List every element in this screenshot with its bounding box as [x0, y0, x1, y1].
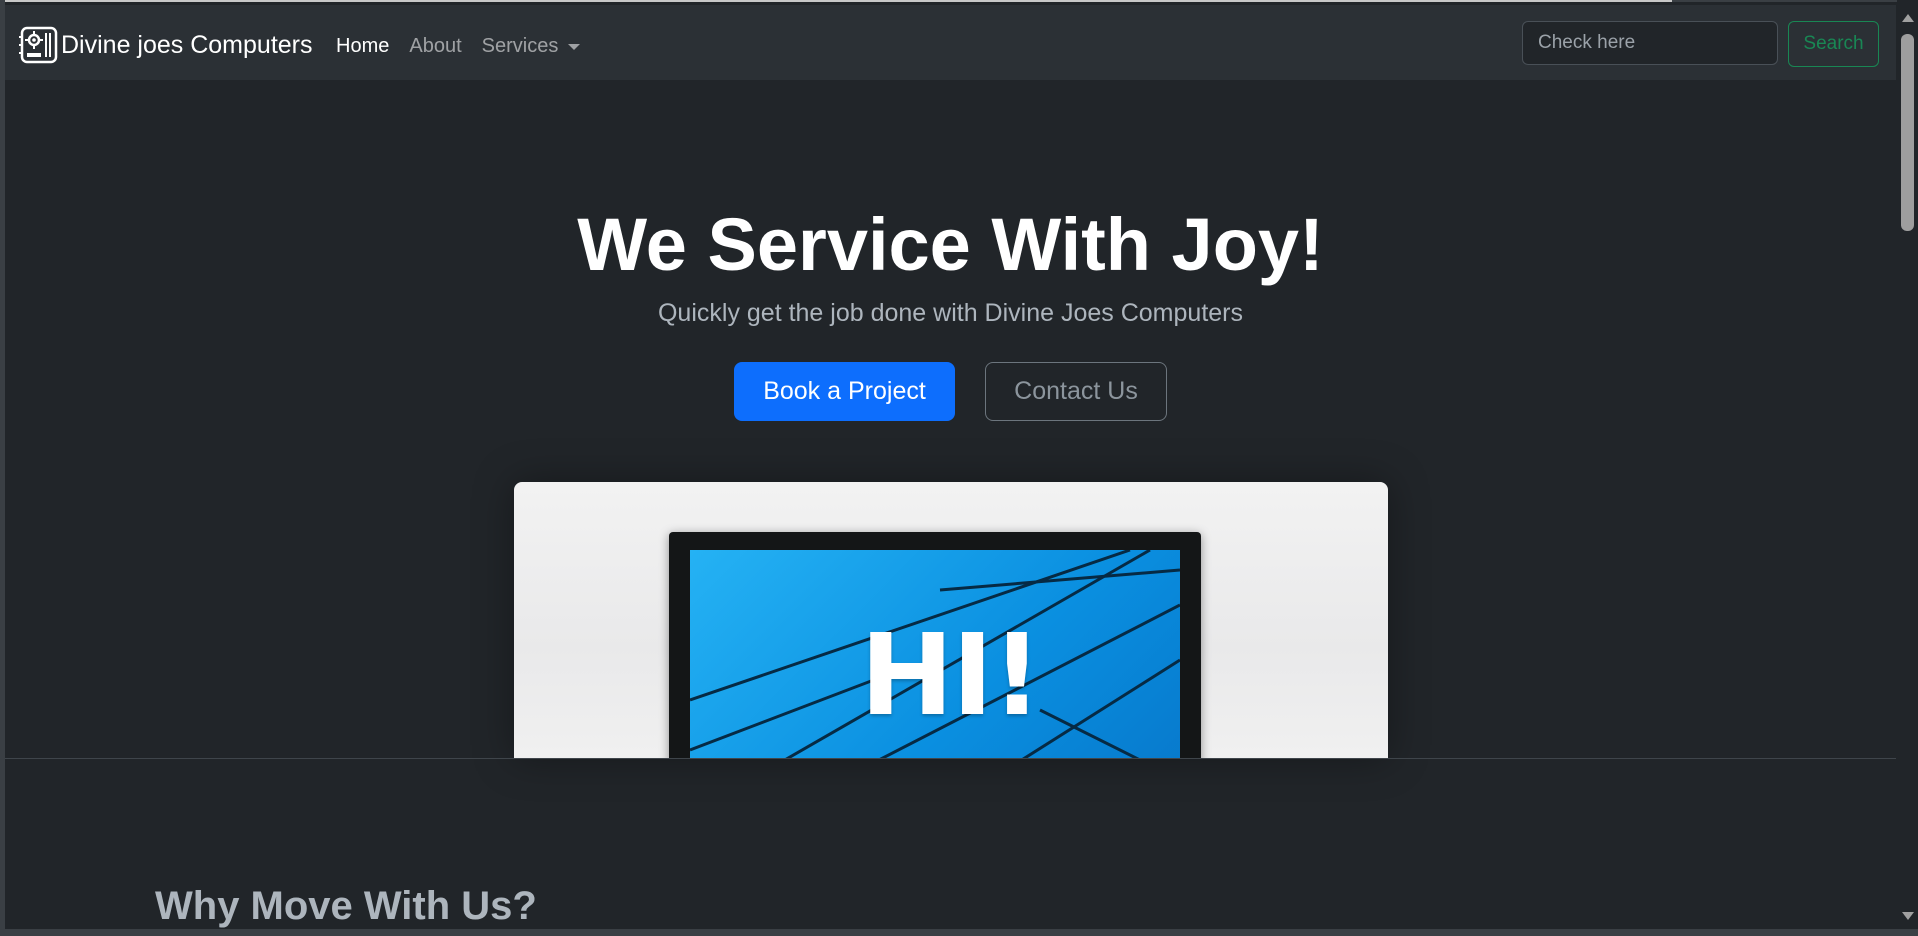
hero-subtitle: Quickly get the job done with Divine Joe… — [657, 299, 1243, 327]
hero-title: We Service With Joy! — [577, 203, 1324, 286]
nav-links: Home About Services — [336, 31, 581, 61]
brand-link[interactable]: Divine joes Computers — [19, 25, 313, 65]
window-bottom-edge — [0, 929, 1918, 936]
scroll-down-icon[interactable] — [1902, 912, 1914, 920]
scroll-up-icon[interactable] — [1902, 14, 1914, 22]
section-heading: Why Move With Us? — [155, 884, 537, 928]
nav-link-services-dropdown[interactable]: Services — [482, 35, 581, 58]
window-left-edge — [0, 0, 5, 936]
brand-name: Divine joes Computers — [61, 30, 313, 59]
loading-bar — [0, 0, 1672, 2]
section-divider — [5, 758, 1896, 759]
motherboard-icon — [19, 26, 58, 64]
nav-link-services-label: Services — [481, 34, 559, 57]
nav-link-about[interactable]: About — [409, 35, 461, 58]
caret-down-icon — [568, 44, 581, 50]
window-top-edge — [0, 0, 1918, 2]
monitor-screen: HI! — [690, 550, 1180, 758]
search-form: Search — [1522, 21, 1879, 67]
monitor-greeting: HI! — [860, 611, 1042, 741]
navbar: Divine joes Computers Home About Service… — [5, 5, 1896, 80]
search-input[interactable] — [1522, 21, 1778, 65]
search-button[interactable]: Search — [1788, 21, 1879, 67]
book-project-button[interactable]: Book a Project — [734, 362, 955, 421]
contact-us-button[interactable]: Contact Us — [985, 362, 1167, 421]
nav-link-home[interactable]: Home — [336, 35, 389, 58]
monitor-illustration: HI! — [669, 532, 1201, 758]
page: Divine joes Computers Home About Service… — [0, 0, 1918, 936]
hero-image: HI! — [514, 482, 1388, 758]
scroll-thumb[interactable] — [1901, 34, 1914, 231]
scrollbar[interactable] — [1897, 0, 1918, 936]
